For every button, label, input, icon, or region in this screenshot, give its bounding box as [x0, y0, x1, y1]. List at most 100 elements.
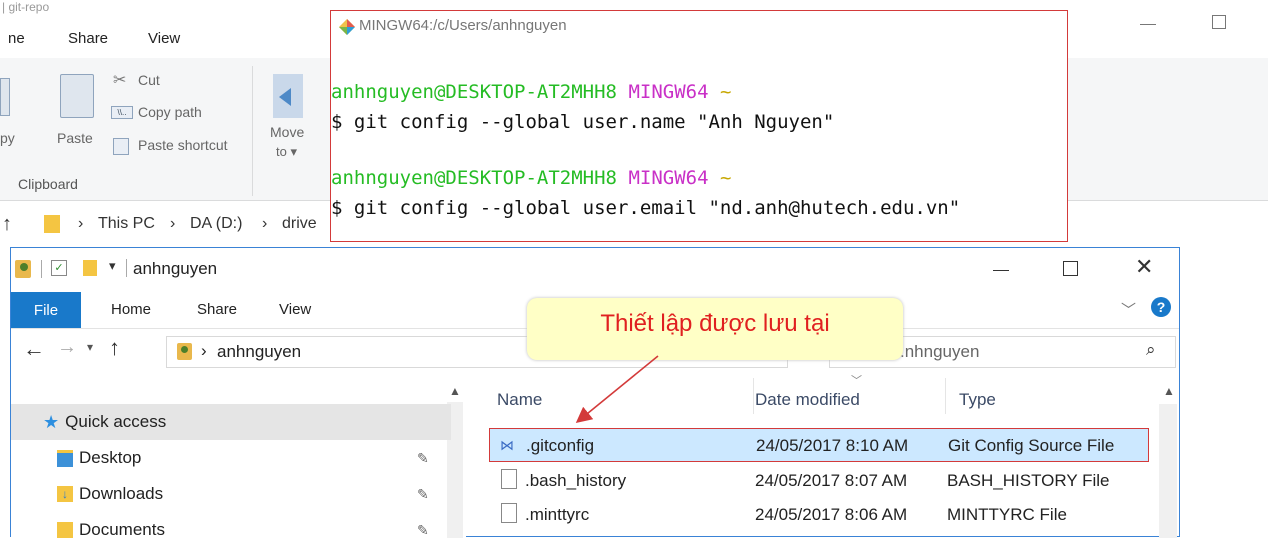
file-icon — [501, 503, 517, 523]
column-header-date[interactable]: Date modified — [755, 390, 860, 410]
bg-tab-view[interactable]: View — [148, 30, 180, 47]
bg-minimize-icon[interactable] — [1140, 24, 1156, 25]
scroll-up-icon[interactable]: ▲ — [449, 384, 461, 398]
nav-item-desktop[interactable]: Desktop ✎ — [11, 440, 451, 476]
file-icon — [501, 469, 517, 489]
chevron-right-icon: › — [262, 215, 268, 232]
downloads-folder-icon: ↓ — [57, 486, 73, 502]
terminal-prompt-line: anhnguyen@DESKTOP-AT2MHH8 MINGW64 ~ — [331, 167, 732, 189]
folder-icon — [44, 215, 60, 233]
bg-tab-share[interactable]: Share — [68, 30, 108, 47]
pin-icon[interactable]: ✎ — [417, 486, 429, 503]
clipboard-group-label: Clipboard — [18, 176, 78, 192]
minimize-icon[interactable] — [993, 270, 1009, 271]
help-icon[interactable]: ? — [1151, 297, 1171, 317]
bg-tab-home[interactable]: ne — [8, 30, 25, 47]
close-icon[interactable]: ✕ — [1135, 254, 1153, 280]
move-to-icon[interactable] — [273, 74, 303, 118]
tab-file[interactable]: File — [11, 292, 81, 328]
user-folder-icon — [15, 260, 31, 278]
breadcrumb-folder[interactable]: drive — [282, 215, 317, 233]
chevron-right-icon: › — [170, 215, 176, 232]
breadcrumb-this-pc[interactable]: This PC — [98, 215, 155, 233]
column-header-name[interactable]: Name — [497, 390, 542, 410]
copy-path-icon[interactable]: \\.. — [111, 106, 133, 119]
expand-ribbon-icon[interactable]: ﹀ — [1121, 299, 1136, 320]
breadcrumb-anhnguyen[interactable]: anhnguyen — [217, 342, 301, 362]
git-bash-terminal[interactable]: MINGW64:/c/Users/anhnguyen anhnguyen@DES… — [330, 10, 1068, 242]
tab-view[interactable]: View — [279, 301, 311, 318]
sort-chevron-icon: ﹀ — [851, 375, 862, 387]
maximize-icon[interactable] — [1063, 261, 1078, 276]
column-header-type[interactable]: Type — [959, 390, 996, 410]
nav-item-downloads[interactable]: ↓ Downloads ✎ — [11, 476, 451, 512]
copy-label[interactable]: py — [0, 130, 15, 146]
paste-label[interactable]: Paste — [57, 130, 93, 146]
terminal-titlebar: MINGW64:/c/Users/anhnguyen — [339, 17, 567, 35]
titlebar-divider — [41, 260, 42, 278]
file-type: Git Config Source File — [948, 436, 1115, 455]
navigation-pane: ▲ ★ Quick access Desktop ✎ ↓ Downloads ✎… — [11, 374, 466, 539]
column-divider — [945, 378, 946, 414]
file-row-bash-history[interactable]: .bash_history 24/05/2017 8:07 AM BASH_HI… — [489, 464, 1149, 498]
properties-icon[interactable]: ✓ — [51, 260, 67, 276]
tab-home[interactable]: Home — [111, 301, 151, 318]
file-type: BASH_HISTORY File — [947, 471, 1110, 490]
file-type: MINTTYRC File — [947, 505, 1067, 524]
terminal-title: MINGW64:/c/Users/anhnguyen — [359, 17, 567, 34]
background-window-title: | git-repo — [2, 0, 50, 14]
window-title: anhnguyen — [133, 259, 218, 278]
star-icon: ★ — [43, 411, 60, 432]
copy-icon[interactable] — [0, 78, 10, 116]
cut-label[interactable]: Cut — [138, 72, 160, 88]
up-arrow-icon[interactable]: ↑ — [2, 213, 12, 236]
vscode-file-icon: ⋈ — [500, 437, 514, 453]
nav-label: Downloads — [79, 484, 164, 503]
paste-icon[interactable] — [60, 74, 94, 118]
file-date: 24/05/2017 8:07 AM — [755, 471, 908, 490]
file-name: .minttyrc — [525, 505, 590, 524]
move-to-label[interactable]: Move — [270, 124, 304, 140]
scissors-icon[interactable]: ✂ — [113, 70, 126, 90]
terminal-command-line: $ git config --global user.email "nd.anh… — [331, 197, 961, 219]
file-date: 24/05/2017 8:10 AM — [756, 436, 909, 455]
forward-arrow-icon[interactable]: → — [57, 336, 77, 359]
copy-path-label[interactable]: Copy path — [138, 104, 202, 120]
scroll-up-icon[interactable]: ▲ — [1163, 384, 1175, 398]
file-row-minttyrc[interactable]: .minttyrc 24/05/2017 8:06 AM MINTTYRC Fi… — [489, 498, 1149, 532]
new-folder-icon[interactable] — [83, 260, 97, 276]
recent-locations-icon[interactable]: ▾ — [87, 340, 93, 354]
desktop-folder-icon — [57, 449, 73, 467]
search-icon[interactable]: ⌕ — [1146, 340, 1156, 360]
chevron-right-icon: › — [78, 215, 84, 232]
pin-icon[interactable]: ✎ — [417, 450, 429, 467]
callout-text: Thiết lập được lưu tại — [600, 310, 830, 337]
nav-label: Documents — [79, 520, 165, 539]
file-date: 24/05/2017 8:06 AM — [755, 505, 908, 524]
tab-share[interactable]: Share — [197, 301, 237, 318]
file-name: .bash_history — [525, 471, 627, 490]
titlebar-divider — [126, 259, 127, 277]
up-arrow-icon[interactable]: ↑ — [109, 335, 120, 361]
chevron-right-icon: › — [201, 341, 207, 360]
documents-folder-icon — [57, 522, 73, 538]
nav-label: Quick access — [65, 412, 167, 431]
nav-item-documents[interactable]: Documents ✎ — [11, 512, 451, 548]
bg-maximize-icon[interactable] — [1212, 15, 1226, 29]
paste-shortcut-icon[interactable] — [113, 138, 129, 155]
paste-shortcut-label[interactable]: Paste shortcut — [138, 137, 228, 153]
move-to-sublabel[interactable]: to ▾ — [276, 144, 297, 160]
search-text: .nhnguyen — [900, 342, 980, 361]
callout-arrow — [575, 355, 659, 424]
nav-item-quick-access[interactable]: ★ Quick access — [11, 404, 451, 440]
back-arrow-icon[interactable]: ← — [23, 336, 45, 362]
quick-access-toolbar-chevron-icon[interactable]: ▾ — [109, 258, 116, 274]
terminal-command-line: $ git config --global user.name "Anh Ngu… — [331, 111, 835, 133]
file-list-scrollbar[interactable] — [1159, 404, 1177, 538]
pin-icon[interactable]: ✎ — [417, 522, 429, 539]
nav-label: Desktop — [79, 448, 142, 467]
explorer-titlebar: ✓ ▾ anhnguyen ✕ — [11, 248, 1179, 292]
column-divider — [753, 378, 754, 414]
breadcrumb-drive[interactable]: DA (D:) — [190, 215, 242, 233]
git-diamond-icon — [339, 18, 355, 35]
